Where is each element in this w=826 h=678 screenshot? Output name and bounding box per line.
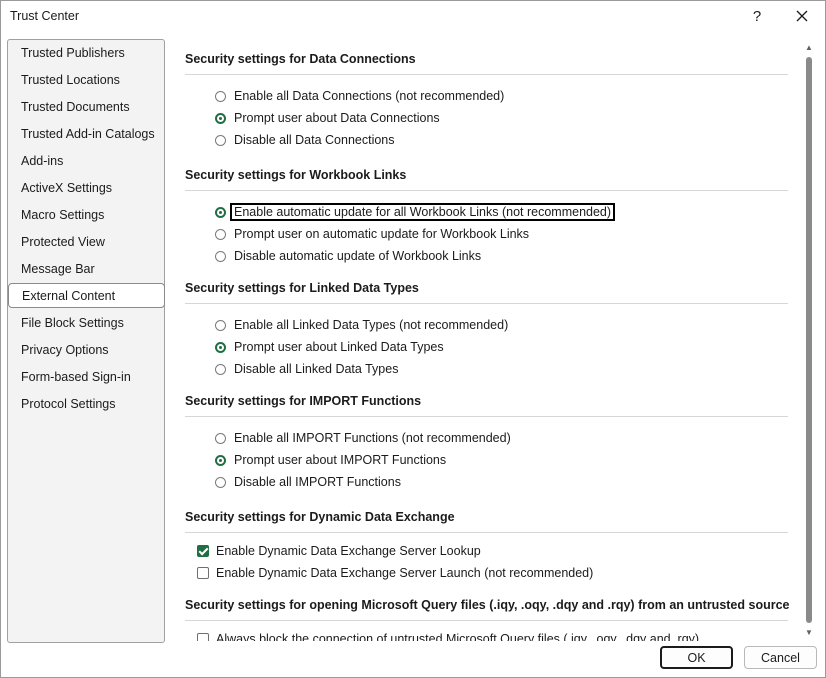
option-label: Enable automatic update for all Workbook… xyxy=(229,203,616,221)
option-label: Enable all IMPORT Functions (not recomme… xyxy=(234,431,511,445)
checkbox-icon xyxy=(197,567,209,579)
option-label: Enable Dynamic Data Exchange Server Look… xyxy=(216,544,481,558)
ok-button[interactable]: OK xyxy=(660,646,733,669)
option-label: Always block the connection of untrusted… xyxy=(216,632,700,641)
divider xyxy=(185,620,788,621)
sidebar-item-macro-settings[interactable]: Macro Settings xyxy=(8,203,164,228)
radio-checked-icon xyxy=(215,454,226,466)
option-label: Enable Dynamic Data Exchange Server Laun… xyxy=(216,566,594,580)
section-title-import-functions: Security settings for IMPORT Functions xyxy=(185,394,422,408)
option-label: Disable all Linked Data Types xyxy=(234,362,399,376)
sidebar-item-file-block-settings[interactable]: File Block Settings xyxy=(8,311,164,336)
help-button[interactable]: ? xyxy=(742,2,772,30)
section-title-linked-data-types: Security settings for Linked Data Types xyxy=(185,281,419,295)
divider xyxy=(185,74,788,75)
sidebar-item-activex-settings[interactable]: ActiveX Settings xyxy=(8,176,164,201)
checkbox-block-query-files[interactable]: Always block the connection of untrusted… xyxy=(197,629,699,641)
help-icon: ? xyxy=(752,7,762,25)
option-label: Enable all Linked Data Types (not recomm… xyxy=(234,318,509,332)
section-title-dde: Security settings for Dynamic Data Excha… xyxy=(185,510,455,524)
scroll-up-arrow-icon[interactable]: ▲ xyxy=(805,43,813,52)
vertical-scrollbar[interactable]: ▲ ▼ xyxy=(802,39,816,641)
radio-icon xyxy=(215,432,226,444)
divider xyxy=(185,416,788,417)
scroll-down-arrow-icon[interactable]: ▼ xyxy=(805,628,813,637)
sidebar-item-addins[interactable]: Add-ins xyxy=(8,149,164,174)
sidebar-item-external-content[interactable]: External Content xyxy=(8,283,165,308)
option-label: Prompt user about Data Connections xyxy=(234,111,440,125)
option-label: Disable all IMPORT Functions xyxy=(234,475,401,489)
sidebar-item-protocol-settings[interactable]: Protocol Settings xyxy=(8,392,164,417)
scrollbar-thumb[interactable] xyxy=(806,57,812,623)
radio-icon xyxy=(215,250,226,262)
sidebar-item-message-bar[interactable]: Message Bar xyxy=(8,257,164,282)
sidebar-item-trusted-publishers[interactable]: Trusted Publishers xyxy=(8,41,164,66)
radio-icon xyxy=(215,319,226,331)
option-label: Prompt user on automatic update for Work… xyxy=(234,227,530,241)
radio-icon xyxy=(215,363,226,375)
checkbox-checked-icon xyxy=(197,545,209,557)
radio-checked-icon xyxy=(215,206,226,218)
option-label: Disable automatic update of Workbook Lin… xyxy=(234,249,482,263)
close-button[interactable] xyxy=(787,2,817,30)
radio-disable-import-functions[interactable]: Disable all IMPORT Functions xyxy=(215,472,401,492)
radio-prompt-import-functions[interactable]: Prompt user about IMPORT Functions xyxy=(215,450,446,470)
radio-prompt-data-connections[interactable]: Prompt user about Data Connections xyxy=(215,108,440,128)
section-title-query-files: Security settings for opening Microsoft … xyxy=(185,598,790,612)
option-label: Enable all Data Connections (not recomme… xyxy=(234,89,505,103)
radio-icon xyxy=(215,134,226,146)
divider xyxy=(185,303,788,304)
checkbox-icon xyxy=(197,633,209,641)
close-icon xyxy=(796,10,808,22)
radio-enable-data-connections[interactable]: Enable all Data Connections (not recomme… xyxy=(215,86,504,106)
section-title-data-connections: Security settings for Data Connections xyxy=(185,52,416,66)
window-title: Trust Center xyxy=(10,9,80,23)
option-label: Disable all Data Connections xyxy=(234,133,395,147)
radio-checked-icon xyxy=(215,112,226,124)
sidebar-item-trusted-addin-catalogs[interactable]: Trusted Add-in Catalogs xyxy=(8,122,164,147)
settings-panel: Security settings for Data Connections E… xyxy=(170,39,802,641)
sidebar-item-privacy-options[interactable]: Privacy Options xyxy=(8,338,164,363)
radio-enable-workbook-links[interactable]: Enable automatic update for all Workbook… xyxy=(215,202,616,222)
radio-icon xyxy=(215,90,226,102)
radio-disable-data-connections[interactable]: Disable all Data Connections xyxy=(215,130,395,150)
radio-prompt-workbook-links[interactable]: Prompt user on automatic update for Work… xyxy=(215,224,529,244)
option-label: Prompt user about Linked Data Types xyxy=(234,340,444,354)
sidebar-item-trusted-locations[interactable]: Trusted Locations xyxy=(8,68,164,93)
radio-disable-workbook-links[interactable]: Disable automatic update of Workbook Lin… xyxy=(215,246,481,266)
sidebar: Trusted Publishers Trusted Locations Tru… xyxy=(7,39,165,643)
divider xyxy=(185,190,788,191)
radio-enable-linked-data-types[interactable]: Enable all Linked Data Types (not recomm… xyxy=(215,315,508,335)
section-title-workbook-links: Security settings for Workbook Links xyxy=(185,168,407,182)
radio-icon xyxy=(215,476,226,488)
radio-icon xyxy=(215,228,226,240)
sidebar-item-protected-view[interactable]: Protected View xyxy=(8,230,164,255)
radio-disable-linked-data-types[interactable]: Disable all Linked Data Types xyxy=(215,359,398,379)
option-label: Prompt user about IMPORT Functions xyxy=(234,453,447,467)
sidebar-item-form-based-sign-in[interactable]: Form-based Sign-in xyxy=(8,365,164,390)
divider xyxy=(185,532,788,533)
radio-prompt-linked-data-types[interactable]: Prompt user about Linked Data Types xyxy=(215,337,444,357)
checkbox-dde-server-lookup[interactable]: Enable Dynamic Data Exchange Server Look… xyxy=(197,541,481,561)
checkbox-dde-server-launch[interactable]: Enable Dynamic Data Exchange Server Laun… xyxy=(197,563,593,583)
radio-checked-icon xyxy=(215,341,226,353)
sidebar-item-trusted-documents[interactable]: Trusted Documents xyxy=(8,95,164,120)
radio-enable-import-functions[interactable]: Enable all IMPORT Functions (not recomme… xyxy=(215,428,511,448)
cancel-button[interactable]: Cancel xyxy=(744,646,817,669)
